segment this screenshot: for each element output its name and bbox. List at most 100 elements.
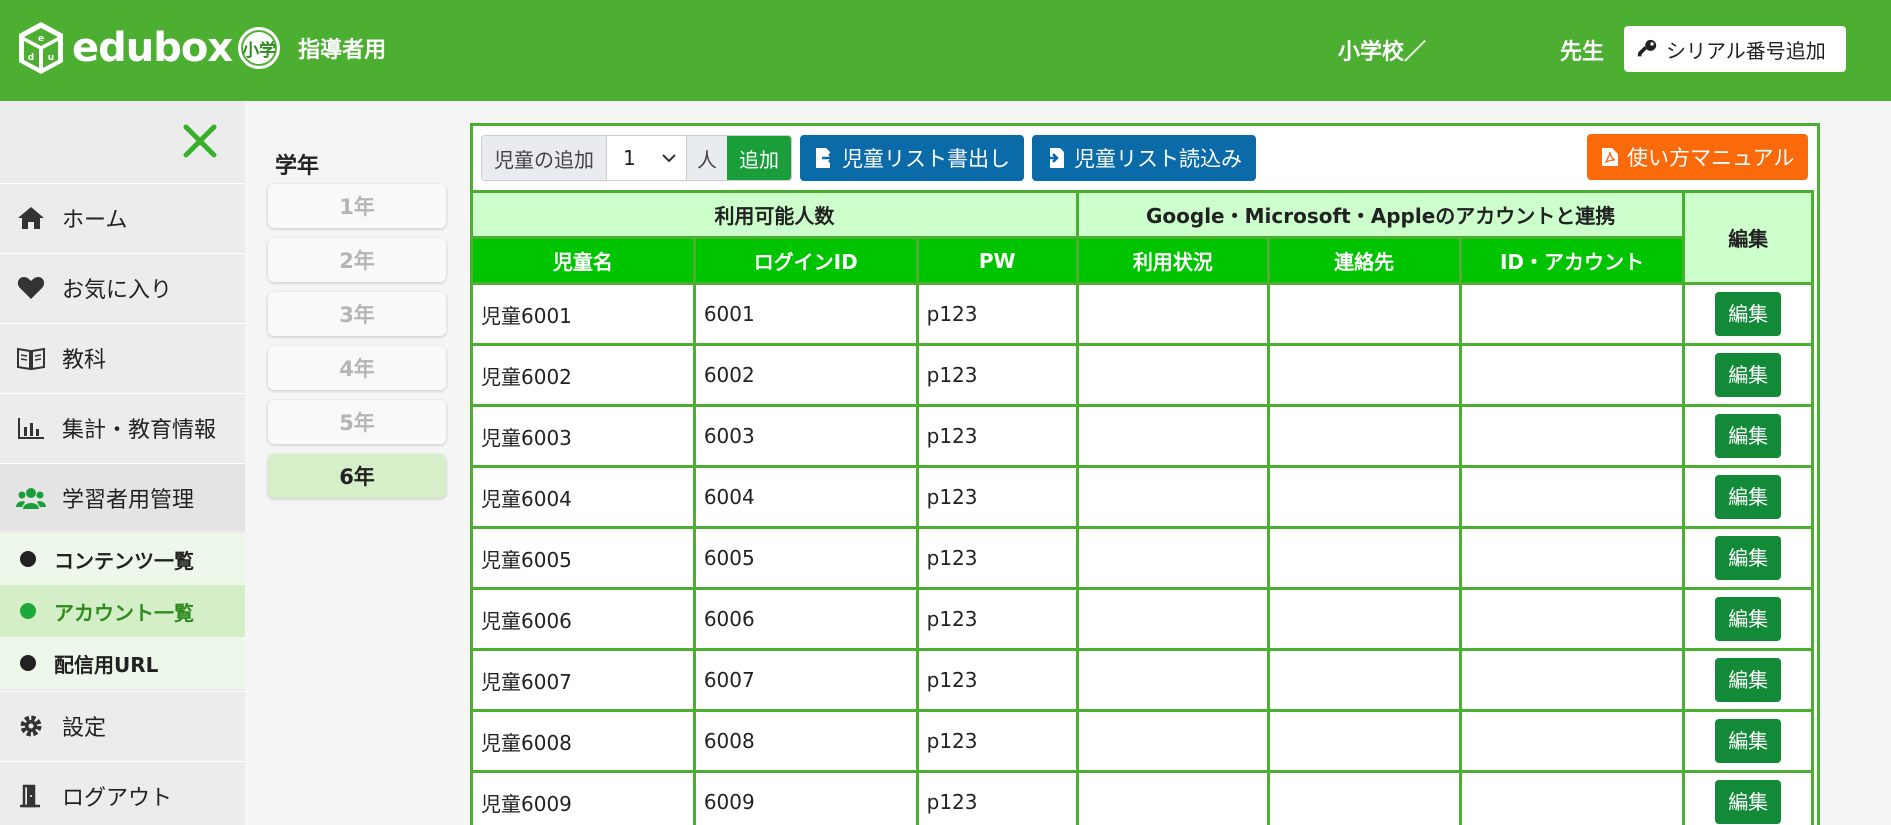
toolbar: 児童の追加 1 人 追加 児童リスト書出し 児童リスト読込み [481, 134, 1256, 182]
home-icon [18, 206, 44, 229]
heart-icon [17, 276, 45, 299]
sidebar-subitem-contents[interactable]: コンテンツ一覧 [0, 533, 245, 585]
sidebar-subitem-label: コンテンツ一覧 [54, 548, 194, 573]
sidebar-item-statistics[interactable]: 集計・教育情報 [0, 393, 245, 461]
sidebar-item-settings[interactable]: 設定 [0, 691, 245, 759]
cell-pw: p123 [915, 465, 1079, 529]
cell-name: 児童6007 [470, 648, 696, 712]
logout-icon [20, 784, 40, 807]
column-header-name: 児童名 [470, 236, 696, 285]
logo-badge: 小学 [238, 27, 281, 69]
cell-name: 児童6006 [470, 587, 696, 651]
app-header: e d u edubox 小学 指導者用 小学校／ 先生 シリアル番号追加 [0, 0, 1891, 101]
cell-contact [1266, 282, 1462, 346]
cell-edit: 編集 [1682, 648, 1814, 712]
edit-button[interactable]: 編集 [1715, 597, 1782, 641]
edit-button[interactable]: 編集 [1715, 658, 1782, 702]
cell-pw: p123 [915, 526, 1079, 590]
file-export-icon [816, 148, 834, 168]
cell-status [1075, 526, 1270, 590]
pdf-file-icon [1602, 148, 1618, 166]
sidebar-item-label: 教科 [62, 347, 107, 373]
gear-icon [20, 715, 42, 736]
chevron-down-icon [662, 154, 676, 163]
edit-button[interactable]: 編集 [1715, 414, 1782, 458]
manual-button[interactable]: 使い方マニュアル [1587, 134, 1809, 180]
cell-account [1458, 526, 1686, 590]
cube-logo-icon: e d u [19, 22, 63, 74]
add-unit-label: 人 [687, 136, 727, 180]
cell-contact [1266, 465, 1462, 529]
key-icon [1637, 39, 1657, 57]
cell-pw: p123 [915, 648, 1079, 712]
sidebar-item-label: お気に入り [62, 277, 173, 303]
svg-text:e: e [38, 34, 44, 44]
edit-button[interactable]: 編集 [1715, 719, 1782, 763]
add-student-label: 児童の追加 [482, 136, 607, 180]
add-serial-button[interactable]: シリアル番号追加 [1624, 26, 1846, 72]
account-list-panel: 児童の追加 1 人 追加 児童リスト書出し 児童リスト読込み 使い方マニュアル [470, 123, 1820, 825]
edit-button[interactable]: 編集 [1715, 292, 1782, 336]
cell-login-id: 6006 [692, 587, 919, 651]
column-header-status: 利用状況 [1075, 236, 1270, 285]
cell-login-id: 6002 [692, 343, 919, 407]
grade-button-1[interactable]: 1年 [268, 184, 446, 228]
sidebar-subitem-distribution-url[interactable]: 配信用URL [0, 637, 245, 689]
sidebar-item-home[interactable]: ホーム [0, 183, 245, 251]
cell-name: 児童6004 [470, 465, 696, 529]
cell-status [1075, 404, 1270, 468]
bar-chart-icon [18, 417, 44, 439]
grade-button-3[interactable]: 3年 [268, 292, 446, 336]
sidebar-item-favorites[interactable]: お気に入り [0, 253, 245, 321]
sidebar-item-label: ホーム [62, 207, 128, 233]
edit-button[interactable]: 編集 [1715, 353, 1782, 397]
add-count-select[interactable]: 1 [607, 136, 687, 180]
logo-subtitle: 指導者用 [298, 38, 387, 63]
edit-button[interactable]: 編集 [1715, 536, 1782, 580]
cell-edit: 編集 [1682, 404, 1814, 468]
cell-contact [1266, 404, 1462, 468]
table-row: 児童6001 6001 p123 編集 [470, 282, 1814, 346]
edit-button[interactable]: 編集 [1715, 475, 1782, 519]
sidebar-item-logout[interactable]: ログアウト [0, 761, 245, 825]
table-row: 児童6003 6003 p123 編集 [470, 404, 1814, 468]
cell-status [1075, 282, 1270, 346]
cell-login-id: 6003 [692, 404, 919, 468]
add-student-button[interactable]: 追加 [727, 136, 791, 180]
cell-login-id: 6005 [692, 526, 919, 590]
logo[interactable]: e d u edubox 小学 指導者用 [16, 18, 386, 78]
sidebar-item-subjects[interactable]: 教科 [0, 323, 245, 391]
column-header-edit: 編集 [1682, 190, 1814, 285]
grade-button-4[interactable]: 4年 [268, 346, 446, 390]
cell-account [1458, 404, 1686, 468]
cell-contact [1266, 587, 1462, 651]
export-student-list-button[interactable]: 児童リスト書出し [800, 135, 1024, 181]
cell-login-id: 6004 [692, 465, 919, 529]
close-icon[interactable] [180, 121, 220, 161]
cell-edit: 編集 [1682, 343, 1814, 407]
student-table: 利用可能人数 Google・Microsoft・Appleのアカウントと連携 編… [470, 190, 1814, 825]
grade-button-6[interactable]: 6年 [268, 454, 446, 498]
sidebar-item-learner-management[interactable]: 学習者用管理 [0, 463, 245, 531]
cell-login-id: 6008 [692, 709, 919, 773]
student-table-body: 児童6001 6001 p123 編集 児童6002 6002 p123 編集 児童6003 60… [470, 282, 1814, 825]
table-row: 児童6008 6008 p123 編集 [470, 709, 1814, 773]
manual-label: 使い方マニュアル [1627, 146, 1795, 170]
table-row: 児童6004 6004 p123 編集 [470, 465, 1814, 529]
cell-status [1075, 465, 1270, 529]
edit-button[interactable]: 編集 [1715, 780, 1782, 824]
sidebar-subitem-label: 配信用URL [54, 652, 159, 677]
add-count-value: 1 [623, 146, 636, 170]
cell-account [1458, 709, 1686, 773]
grade-button-2[interactable]: 2年 [268, 238, 446, 282]
sidebar-item-label: 学習者用管理 [62, 487, 195, 513]
cell-account [1458, 343, 1686, 407]
cell-edit: 編集 [1682, 770, 1814, 825]
import-student-list-button[interactable]: 児童リスト読込み [1032, 135, 1256, 181]
grade-button-5[interactable]: 5年 [268, 400, 446, 444]
teacher-name: 先生 [1560, 40, 1605, 65]
book-icon [17, 347, 45, 370]
svg-text:u: u [48, 53, 54, 63]
sidebar-subitem-accounts[interactable]: アカウント一覧 [0, 585, 245, 637]
sidebar-item-label: 設定 [62, 715, 107, 741]
